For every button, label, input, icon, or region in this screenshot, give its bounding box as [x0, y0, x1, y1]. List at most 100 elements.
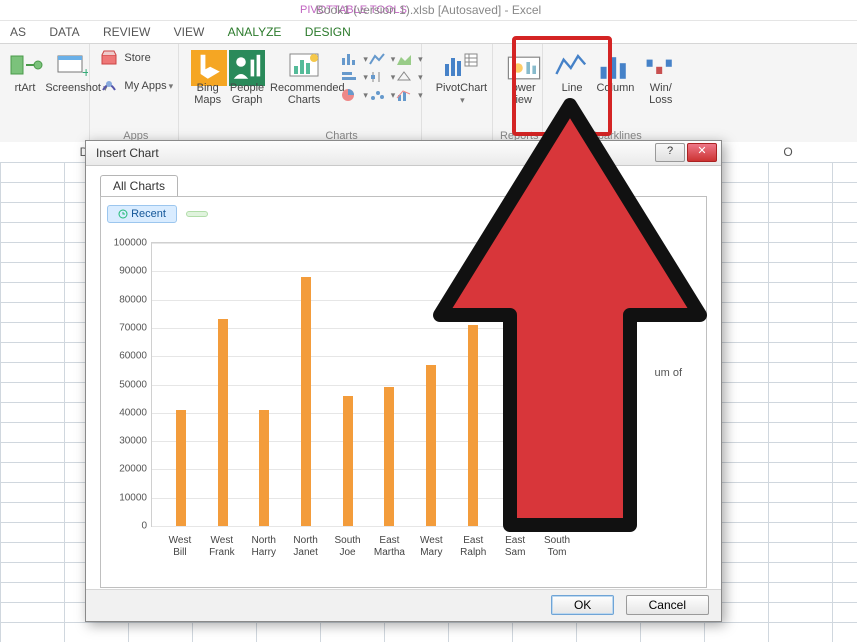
x-label: NorthHarry — [244, 535, 284, 559]
bing-maps-button[interactable]: Bing Maps — [191, 48, 225, 106]
sparkline-column-button[interactable]: Column — [593, 48, 637, 94]
my-apps-label: My Apps — [124, 80, 166, 92]
chevron-down-icon: ▾ — [460, 95, 465, 105]
x-label: WestFrank — [202, 535, 242, 559]
sparkline-line-icon — [554, 50, 590, 80]
store-label: Store — [124, 52, 150, 64]
title-bar: PIVOTTABLE TOOLS Book1 (version 1).xlsb … — [0, 0, 857, 21]
tab-data[interactable]: DATA — [39, 21, 89, 43]
chart-preview-panel: Recent 010000200003000040000500006000070… — [100, 196, 707, 588]
tab-view[interactable]: VIEW — [164, 21, 215, 43]
insert-chart-dialog: Insert Chart ? ✕ All Charts Recent 0 1000… — [85, 140, 722, 622]
x-label: NorthJanet — [286, 535, 326, 559]
pie-chart-dropdown[interactable]: ▾ — [341, 86, 365, 104]
y-tick: 50000 — [119, 379, 147, 390]
bar — [259, 410, 269, 526]
line-chart-dropdown[interactable]: ▾ — [369, 50, 393, 68]
bing-icon — [191, 50, 227, 80]
ribbon: rtArt + Screenshot▾ Store My Apps▾ Apps … — [0, 44, 857, 146]
pivotchart-label: PivotChart — [436, 82, 487, 94]
x-axis-labels: WestBillWestFrankNorthHarryNorthJanetSou… — [159, 535, 578, 575]
bing-label: Bing Maps — [194, 82, 221, 106]
dialog-titlebar[interactable]: Insert Chart ? ✕ — [86, 141, 721, 166]
dialog-footer: OK Cancel — [86, 589, 721, 621]
sparkline-winloss-icon — [643, 50, 679, 80]
x-label: WestBill — [160, 535, 200, 559]
bar — [468, 325, 478, 526]
sparkline-column-icon — [597, 50, 633, 80]
people-graph-button[interactable]: People Graph — [228, 48, 266, 106]
bar — [509, 305, 519, 526]
chart-bars — [160, 243, 577, 526]
bar — [343, 396, 353, 526]
column-chart-dropdown[interactable]: ▾ — [341, 50, 365, 68]
my-apps-button[interactable]: My Apps▾ — [101, 76, 170, 96]
sparkline-line-label: Line — [562, 82, 583, 94]
x-label: EastMartha — [369, 535, 409, 559]
x-label: WestMary — [411, 535, 451, 559]
cancel-button[interactable]: Cancel — [626, 595, 709, 615]
y-tick: 90000 — [119, 266, 147, 277]
power-view-button[interactable]: ower iew — [505, 48, 543, 106]
bar — [176, 410, 186, 526]
smartart-icon — [8, 50, 44, 80]
store-button[interactable]: Store — [101, 48, 170, 68]
recommended-charts-label: Recommended Charts — [270, 82, 345, 106]
chart-legend: um of — [654, 367, 682, 379]
recommended-charts-icon — [286, 50, 322, 80]
bar — [426, 365, 436, 526]
bar — [301, 277, 311, 526]
power-view-icon — [506, 50, 542, 80]
x-label: SouthJoe — [328, 535, 368, 559]
ribbon-tabs: AS DATA REVIEW VIEW ANALYZE DESIGN — [0, 21, 857, 44]
pivotchart-button[interactable]: PivotChart▾ — [433, 48, 489, 106]
y-tick: 60000 — [119, 351, 147, 362]
radar-chart-dropdown[interactable]: ▾ — [396, 68, 420, 86]
combo-chart-dropdown[interactable]: ▾ — [396, 86, 420, 104]
screenshot-icon: + — [52, 50, 88, 80]
people-graph-icon — [229, 50, 265, 80]
chevron-down-icon: ▾ — [169, 81, 174, 91]
recent-label: Recent — [131, 208, 166, 220]
y-tick: 30000 — [119, 436, 147, 447]
bar — [218, 319, 228, 526]
dialog-close-button[interactable]: ✕ — [687, 143, 717, 162]
smartart-button[interactable]: rtArt — [8, 48, 42, 94]
y-tick: 10000 — [119, 492, 147, 503]
tab-design[interactable]: DESIGN — [295, 21, 361, 43]
dialog-title: Insert Chart — [96, 146, 159, 160]
sparkline-line-button[interactable]: Line — [554, 48, 590, 94]
x-label: EastRalph — [453, 535, 493, 559]
smartart-label: rtArt — [15, 82, 36, 94]
area-chart-dropdown[interactable]: ▾ — [396, 50, 420, 68]
store-icon — [101, 50, 117, 66]
tab-formulas-partial[interactable]: AS — [0, 21, 36, 43]
sparkline-winloss-label: Win/ Loss — [649, 82, 672, 106]
tab-analyze[interactable]: ANALYZE — [218, 21, 292, 43]
y-tick: 0 — [141, 521, 147, 532]
sparkline-column-label: Column — [596, 82, 634, 94]
bar-chart-dropdown[interactable]: ▾ — [341, 68, 365, 86]
x-label: SouthTom — [537, 535, 577, 559]
col-header-O[interactable]: O — [756, 142, 820, 162]
svg-text:+: + — [82, 64, 88, 80]
dialog-body: All Charts Recent 0100002000030000400005… — [86, 165, 721, 589]
dialog-help-button[interactable]: ? — [655, 143, 685, 162]
y-tick: 40000 — [119, 407, 147, 418]
myapps-icon — [101, 78, 117, 94]
stock-chart-dropdown[interactable]: ▾ — [369, 68, 393, 86]
y-tick: 100000 — [114, 238, 147, 249]
screenshot-button[interactable]: + Screenshot▾ — [45, 48, 95, 94]
tab-all-charts[interactable]: All Charts — [100, 175, 178, 197]
sparkline-winloss-button[interactable]: Win/ Loss — [641, 48, 681, 106]
bar — [551, 328, 561, 526]
chart-category-templates[interactable] — [186, 211, 208, 217]
chart-category-recent[interactable]: Recent — [107, 205, 177, 223]
power-view-label: ower iew — [512, 82, 536, 106]
tab-review[interactable]: REVIEW — [93, 21, 160, 43]
scatter-chart-dropdown[interactable]: ▾ — [369, 86, 393, 104]
bar — [384, 387, 394, 526]
recommended-charts-button[interactable]: Recommended Charts — [270, 48, 338, 106]
y-axis: 0100002000030000400005000060000700008000… — [107, 243, 151, 526]
ok-button[interactable]: OK — [551, 595, 614, 615]
